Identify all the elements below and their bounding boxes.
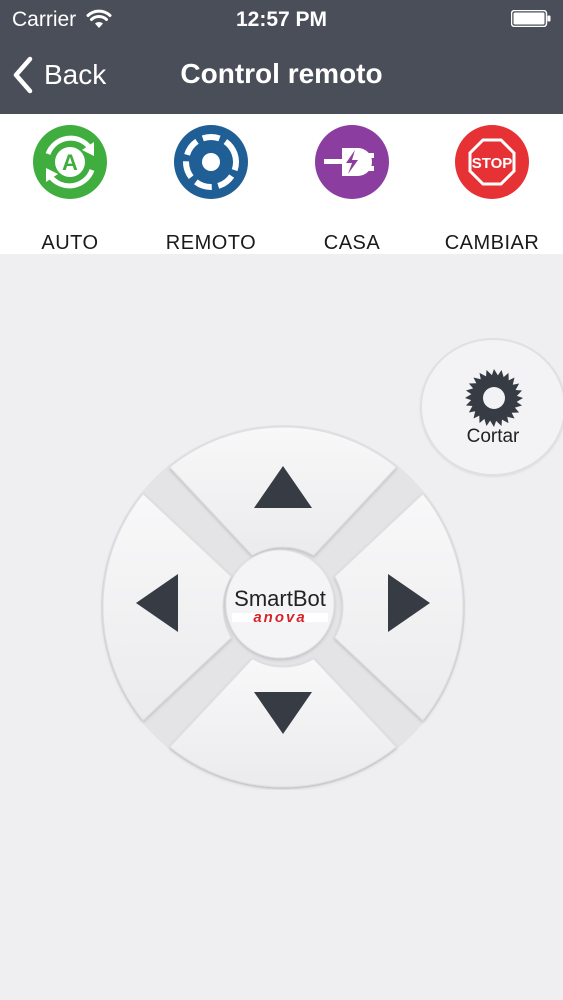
saw-blade-icon: [465, 369, 523, 427]
home-mode-label: CASA: [323, 232, 381, 254]
navigation-bar: Back Control remoto: [0, 38, 563, 114]
svg-text:STOP: STOP: [472, 155, 513, 172]
svg-text:A: A: [62, 150, 78, 175]
direction-pad: SmartBot anova: [101, 425, 465, 789]
remote-mode-icon: [174, 125, 248, 199]
remote-mode-button[interactable]: REMOTO: [141, 124, 281, 254]
stop-sign-icon: STOP: [455, 125, 529, 199]
remote-mode-label: REMOTO: [165, 232, 257, 254]
auto-mode-button[interactable]: A AUTO: [0, 124, 140, 254]
page-title: Control remoto: [180, 58, 383, 89]
status-time: 12:57 PM: [235, 8, 328, 31]
mode-selector-bar: A AUTO REMOTO CASA STOP CAMBIAR: [0, 114, 563, 254]
battery-icon: [511, 10, 551, 27]
smartbot-logo: SmartBot anova: [232, 586, 328, 626]
status-bar: Carrier 12:57 PM: [0, 0, 563, 38]
auto-mode-label: AUTO: [41, 232, 99, 254]
svg-text:anova: anova: [253, 609, 306, 626]
home-mode-button[interactable]: CASA: [282, 124, 422, 254]
change-mode-button[interactable]: STOP CAMBIAR: [422, 124, 562, 254]
home-charge-icon: [315, 125, 389, 199]
svg-text:SmartBot: SmartBot: [234, 586, 326, 611]
auto-mode-icon: A: [33, 125, 107, 199]
change-mode-label: CAMBIAR: [444, 232, 540, 254]
